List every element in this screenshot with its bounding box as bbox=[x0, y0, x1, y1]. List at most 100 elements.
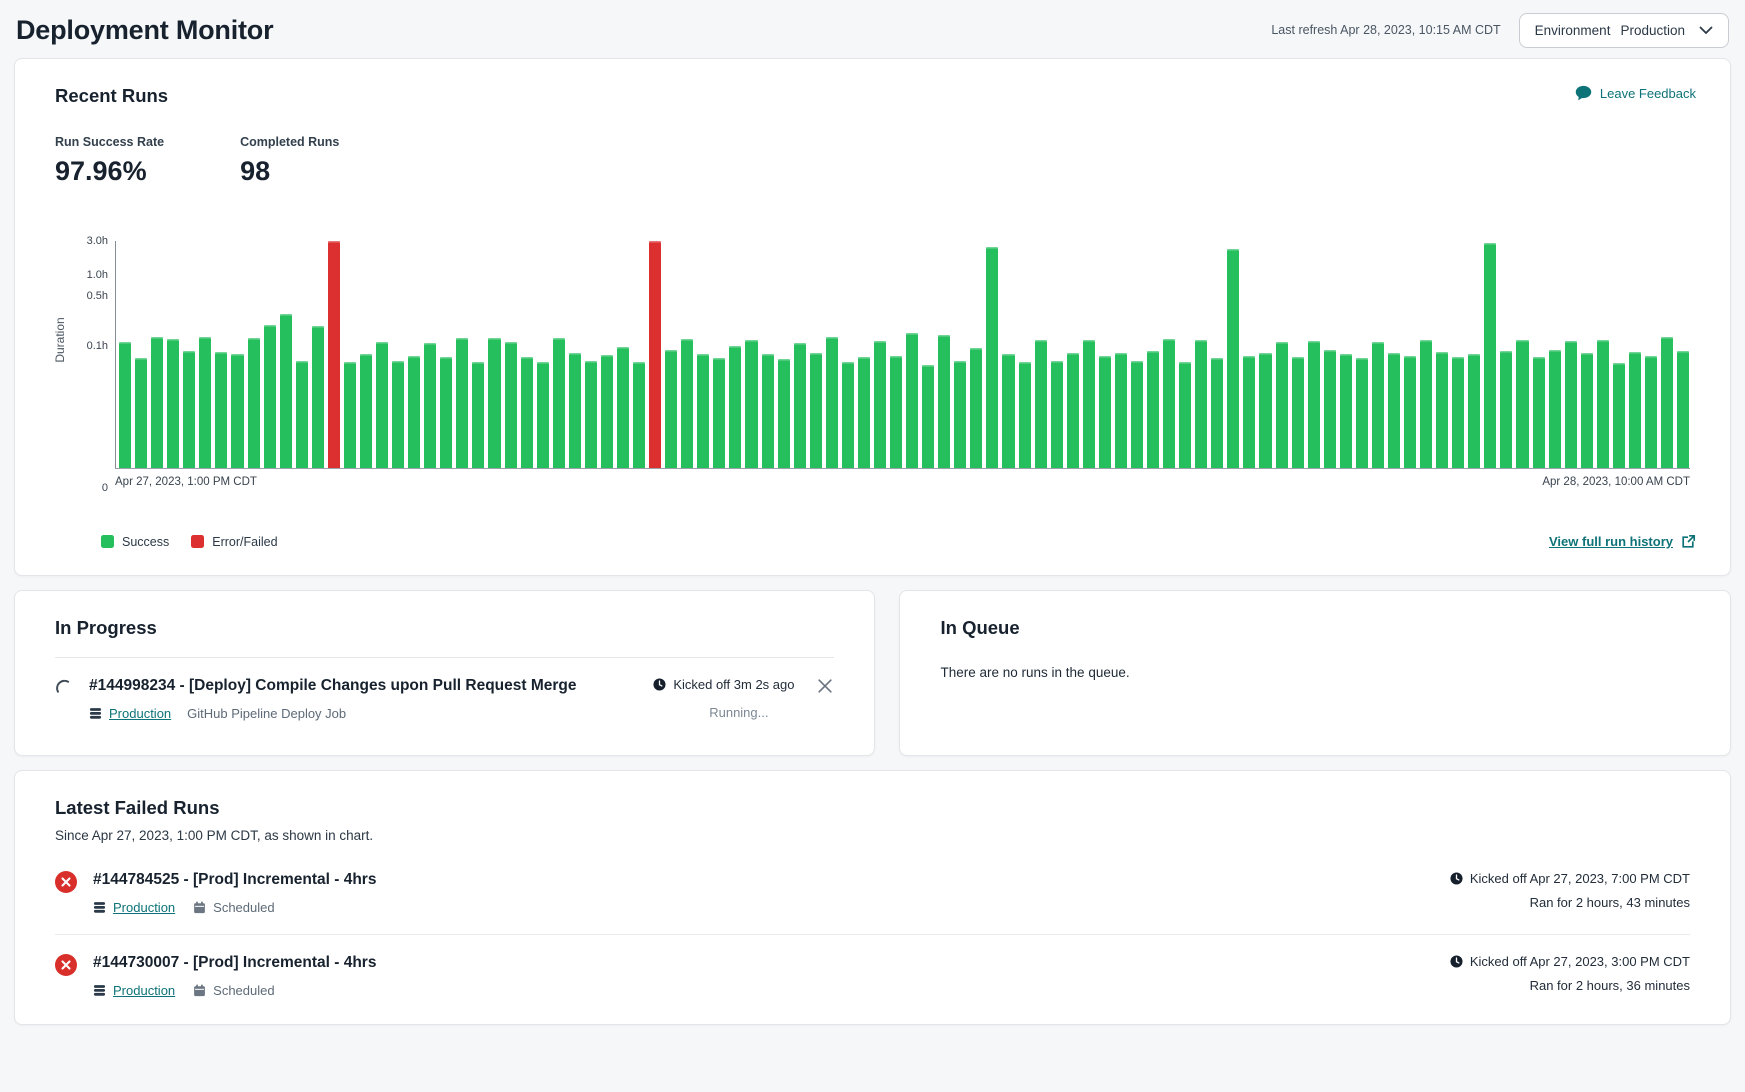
chart-bar-success[interactable] bbox=[1051, 361, 1063, 468]
chart-bar-success[interactable] bbox=[794, 343, 806, 468]
chart-bar-success[interactable] bbox=[296, 361, 308, 468]
chart-bar-success[interactable] bbox=[922, 365, 934, 468]
chart-bar-success[interactable] bbox=[1340, 354, 1352, 468]
chart-bar-success[interactable] bbox=[1115, 353, 1127, 468]
view-full-run-history-link[interactable]: View full run history bbox=[1549, 534, 1696, 549]
chart-bar-success[interactable] bbox=[1597, 340, 1609, 468]
chart-bar-success[interactable] bbox=[1179, 362, 1191, 468]
chart-bar-success[interactable] bbox=[745, 340, 757, 468]
chart-bar-success[interactable] bbox=[1677, 351, 1689, 468]
chart-bar-success[interactable] bbox=[1163, 339, 1175, 468]
chart-bar-success[interactable] bbox=[1372, 342, 1384, 468]
chart-bar-success[interactable] bbox=[681, 339, 693, 468]
chart-bar-success[interactable] bbox=[1131, 361, 1143, 468]
chart-bar-success[interactable] bbox=[376, 342, 388, 468]
chart-bar-success[interactable] bbox=[810, 353, 822, 468]
chart-bar-success[interactable] bbox=[585, 361, 597, 468]
chart-bar-success[interactable] bbox=[1083, 340, 1095, 468]
chart-bar-success[interactable] bbox=[601, 355, 613, 468]
chart-bar-success[interactable] bbox=[1035, 340, 1047, 468]
chart-bar-success[interactable] bbox=[665, 350, 677, 468]
chart-bar-success[interactable] bbox=[264, 325, 276, 468]
chart-bar-success[interactable] bbox=[1195, 340, 1207, 468]
chart-bar-success[interactable] bbox=[505, 342, 517, 468]
chart-bar-success[interactable] bbox=[633, 362, 645, 468]
chart-bar-success[interactable] bbox=[1324, 350, 1336, 468]
chart-bar-success[interactable] bbox=[1067, 353, 1079, 468]
chart-bar-success[interactable] bbox=[874, 341, 886, 468]
chart-bar-success[interactable] bbox=[231, 354, 243, 468]
chart-bar-success[interactable] bbox=[569, 353, 581, 468]
chart-bar-success[interactable] bbox=[1581, 353, 1593, 468]
chart-bar-success[interactable] bbox=[1549, 350, 1561, 468]
chart-bar-success[interactable] bbox=[1468, 354, 1480, 468]
chart-bar-success[interactable] bbox=[1211, 358, 1223, 468]
chart-bar-success[interactable] bbox=[151, 337, 163, 468]
chart-bar-success[interactable] bbox=[1227, 249, 1239, 468]
chart-bar-success[interactable] bbox=[1019, 362, 1031, 468]
chart-bar-success[interactable] bbox=[199, 337, 211, 468]
chart-bar-success[interactable] bbox=[617, 347, 629, 468]
chart-bar-success[interactable] bbox=[762, 354, 774, 468]
chart-bar-success[interactable] bbox=[858, 357, 870, 468]
chart-bar-success[interactable] bbox=[1388, 353, 1400, 468]
chart-bar-success[interactable] bbox=[826, 337, 838, 468]
chart-bar-success[interactable] bbox=[1533, 357, 1545, 468]
chart-bar-success[interactable] bbox=[183, 351, 195, 468]
chart-bar-success[interactable] bbox=[280, 314, 292, 468]
chart-bar-success[interactable] bbox=[360, 354, 372, 468]
chart-bar-success[interactable] bbox=[135, 358, 147, 468]
chart-bar-success[interactable] bbox=[1002, 354, 1014, 468]
chart-bar-success[interactable] bbox=[1356, 358, 1368, 468]
chart-bar-success[interactable] bbox=[119, 342, 131, 468]
chart-bar-success[interactable] bbox=[408, 356, 420, 468]
chart-bar-success[interactable] bbox=[1420, 340, 1432, 468]
chart-bar-success[interactable] bbox=[424, 343, 436, 468]
chart-bar-success[interactable] bbox=[713, 358, 725, 468]
environment-link[interactable]: Production bbox=[113, 900, 175, 915]
chart-bar-success[interactable] bbox=[1484, 243, 1496, 468]
chart-bar-success[interactable] bbox=[1629, 352, 1641, 468]
leave-feedback-link[interactable]: Leave Feedback bbox=[1575, 85, 1696, 101]
chart-bar-success[interactable] bbox=[472, 362, 484, 468]
chart-bar-success[interactable] bbox=[842, 362, 854, 468]
chart-bar-success[interactable] bbox=[954, 361, 966, 468]
chart-bar-success[interactable] bbox=[1099, 356, 1111, 468]
chart-bar-success[interactable] bbox=[938, 335, 950, 468]
chart-bar-success[interactable] bbox=[312, 326, 324, 468]
chart-bar-error[interactable] bbox=[328, 241, 340, 468]
chart-bar-success[interactable] bbox=[778, 359, 790, 468]
chart-bar-success[interactable] bbox=[344, 362, 356, 468]
chart-bar-success[interactable] bbox=[1452, 357, 1464, 468]
chart-bar-success[interactable] bbox=[456, 338, 468, 468]
environment-link[interactable]: Production bbox=[113, 983, 175, 998]
chart-bar-success[interactable] bbox=[1292, 357, 1304, 468]
chart-bar-success[interactable] bbox=[167, 339, 179, 468]
chart-bar-success[interactable] bbox=[553, 338, 565, 468]
chart-bar-success[interactable] bbox=[440, 357, 452, 468]
chart-bar-success[interactable] bbox=[1404, 356, 1416, 468]
chart-bar-success[interactable] bbox=[1613, 363, 1625, 468]
chart-bar-success[interactable] bbox=[1276, 342, 1288, 468]
chart-bar-error[interactable] bbox=[649, 241, 661, 468]
chart-bar-success[interactable] bbox=[521, 357, 533, 468]
chart-bar-success[interactable] bbox=[1147, 351, 1159, 468]
chart-bar-success[interactable] bbox=[1500, 351, 1512, 468]
chart-bar-success[interactable] bbox=[1661, 337, 1673, 468]
chart-bar-success[interactable] bbox=[1243, 356, 1255, 468]
chart-bar-success[interactable] bbox=[729, 346, 741, 468]
chart-bar-success[interactable] bbox=[1436, 352, 1448, 468]
chart-bar-success[interactable] bbox=[697, 354, 709, 468]
chart-bar-success[interactable] bbox=[215, 352, 227, 468]
chart-bar-success[interactable] bbox=[970, 348, 982, 468]
chart-bar-success[interactable] bbox=[1645, 356, 1657, 468]
chart-bar-success[interactable] bbox=[248, 338, 260, 468]
environment-dropdown[interactable]: Environment Production bbox=[1519, 13, 1729, 48]
chart-bar-success[interactable] bbox=[906, 333, 918, 468]
chart-bar-success[interactable] bbox=[392, 361, 404, 468]
chart-bar-success[interactable] bbox=[1565, 341, 1577, 468]
chart-bar-success[interactable] bbox=[986, 247, 998, 468]
close-icon[interactable] bbox=[816, 677, 834, 695]
chart-bar-success[interactable] bbox=[1308, 341, 1320, 468]
chart-bar-success[interactable] bbox=[488, 338, 500, 468]
